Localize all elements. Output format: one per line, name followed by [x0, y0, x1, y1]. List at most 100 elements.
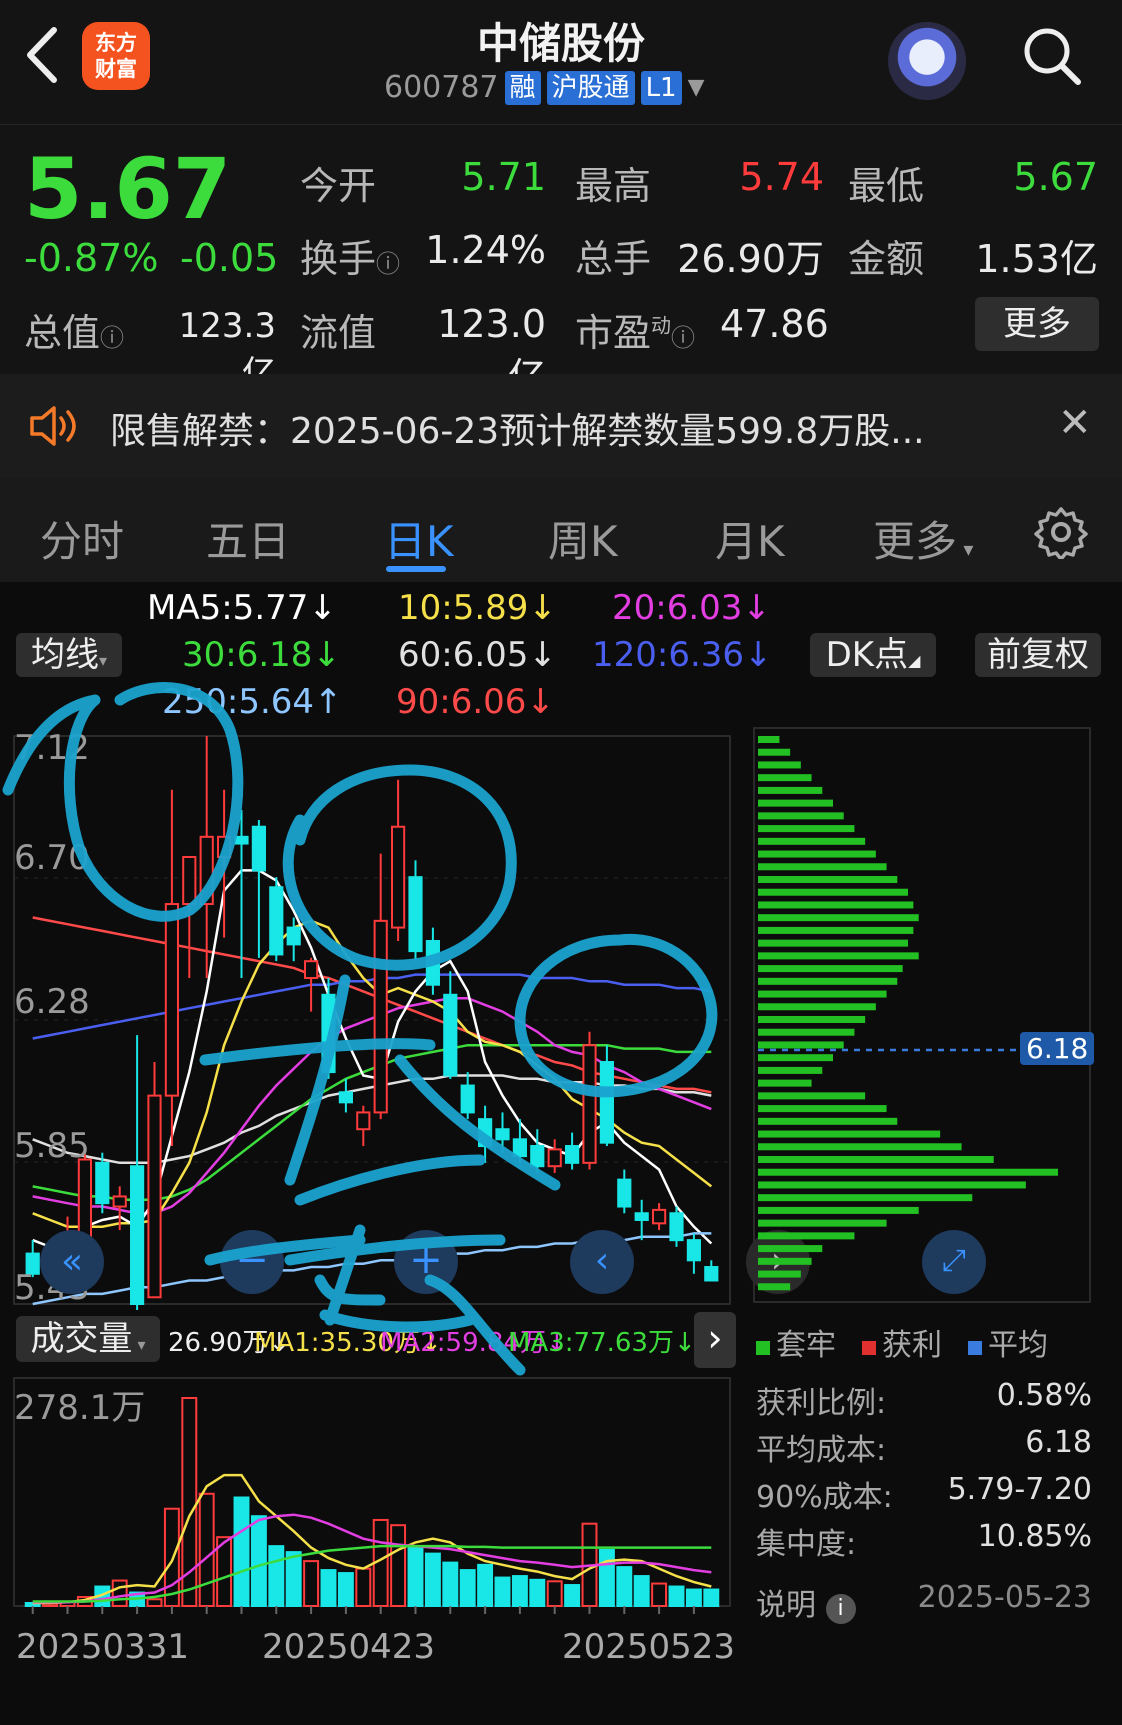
scribble-glyph-1 — [199, 974, 561, 1376]
more-button[interactable]: 更多 — [975, 297, 1099, 351]
chip-date: 2025-05-23 — [917, 1580, 1092, 1615]
tab-monthly-k[interactable]: 月K — [715, 508, 785, 569]
info-icon[interactable]: i — [825, 1594, 856, 1624]
chip-bar — [758, 926, 914, 934]
chip-bar — [758, 1003, 876, 1011]
search-icon[interactable] — [1020, 24, 1084, 88]
scribble-stroke — [2, 682, 244, 922]
unlock-notice[interactable]: 限售解禁：2025-06-23预计解禁数量599.8万股... ✕ — [0, 374, 1122, 478]
chip-bar — [758, 1092, 866, 1100]
stock-subline[interactable]: 600787 融 沪股通 L1 ▼ — [384, 70, 705, 105]
chip-bar — [758, 1028, 855, 1036]
chip-bar — [758, 1079, 812, 1087]
stock-code: 600787 — [384, 70, 499, 105]
dropdown-icon[interactable]: ▼ — [688, 75, 705, 100]
ma5-label: MA5:5.77↓ — [147, 588, 337, 628]
info-icon[interactable]: ⓘ — [100, 324, 124, 352]
handwritten-annotation — [2, 682, 718, 1376]
x-label-0: 20250331 — [16, 1627, 190, 1667]
chip-bar — [758, 1143, 962, 1151]
chip-bar — [758, 1219, 887, 1227]
chip-bar — [758, 1105, 887, 1113]
chip-bar — [758, 1257, 812, 1265]
chip-bar — [758, 786, 823, 794]
change-value: -0.05 — [180, 236, 279, 280]
avg-cost-marker: 6.18 — [1020, 1032, 1095, 1065]
concentration-label: 集中度: — [756, 1527, 857, 1562]
scribble-circle-2 — [282, 764, 517, 971]
chip-bar — [758, 837, 866, 845]
tag-connect: 沪股通 — [546, 70, 635, 105]
legend-average: 平均 — [968, 1320, 1048, 1364]
chip-bar — [758, 914, 919, 922]
chip-bar — [758, 863, 887, 871]
legend-locked: 套牢 — [756, 1320, 836, 1364]
ma10-label: 10:5.89↓ — [398, 588, 557, 628]
chip-bar — [758, 774, 812, 782]
adjust-button[interactable]: 前复权 — [975, 633, 1101, 677]
profit-ratio-value: 0.58% — [996, 1378, 1092, 1413]
info-icon[interactable]: ⓘ — [671, 324, 695, 352]
tab-daily-k[interactable]: 日K — [384, 508, 454, 569]
amount-label: 金额 — [848, 237, 925, 281]
chip-bar — [758, 825, 855, 833]
chip-bar — [758, 977, 898, 985]
cost90-label: 90%成本: — [756, 1480, 893, 1515]
tag-level: L1 — [640, 70, 682, 105]
high-value: 5.74 — [739, 155, 824, 199]
pe-label[interactable]: 市盈动ⓘ — [575, 302, 695, 357]
chip-bar — [758, 1270, 801, 1278]
chip-bar — [758, 1117, 898, 1125]
open-label: 今开 — [300, 164, 377, 208]
profit-ratio-label: 获利比例: — [756, 1386, 887, 1421]
chip-bar — [758, 1066, 823, 1074]
chip-distribution — [753, 727, 1091, 1303]
low-value: 5.67 — [1013, 155, 1098, 199]
chip-bar — [758, 748, 791, 756]
tab-intraday[interactable]: 分时 — [40, 508, 124, 569]
avg-cost-value: 6.18 — [1025, 1425, 1092, 1460]
info-icon[interactable]: ⓘ — [376, 250, 400, 278]
chip-bar — [758, 799, 833, 807]
note-link[interactable]: 说明 i — [756, 1580, 856, 1624]
total-cap-label[interactable]: 总值ⓘ — [24, 302, 124, 357]
ma20-label: 20:6.03↓ — [612, 588, 771, 628]
chip-bar — [758, 1130, 941, 1138]
turnover-label[interactable]: 换手ⓘ — [300, 228, 400, 283]
chip-bar — [758, 876, 898, 883]
high-label: 最高 — [575, 164, 652, 208]
chip-bar — [758, 1016, 866, 1023]
chip-bar — [758, 965, 903, 973]
gear-icon[interactable] — [1034, 505, 1088, 563]
notice-text: 限售解禁：2025-06-23预计解禁数量599.8万股... — [110, 411, 925, 452]
chip-bar — [758, 1245, 823, 1253]
low-label: 最低 — [848, 164, 925, 208]
chip-bar — [758, 1232, 855, 1240]
close-icon[interactable]: ✕ — [1058, 400, 1092, 446]
chip-bar — [758, 761, 801, 769]
chip-bar — [758, 901, 914, 909]
open-value: 5.71 — [461, 155, 546, 199]
change-pct: -0.87% — [24, 236, 159, 280]
tab-five-day[interactable]: 五日 — [206, 508, 290, 569]
robot-avatar-icon[interactable] — [888, 22, 966, 100]
chip-bar — [758, 1041, 844, 1049]
chip-bar — [758, 1156, 994, 1163]
chip-legend: 套牢 获利 平均 — [756, 1320, 1048, 1364]
volume-label: 总手 — [575, 237, 652, 281]
amount-value: 1.53亿 — [975, 237, 1098, 281]
speaker-icon — [28, 404, 82, 452]
tab-weekly-k[interactable]: 周K — [548, 508, 618, 569]
tab-active-indicator — [386, 566, 446, 572]
top-bar: 东方 财富 中储股份 600787 融 沪股通 L1 ▼ — [0, 0, 1122, 125]
legend-profit: 获利 — [862, 1320, 942, 1364]
chip-bar — [758, 888, 908, 896]
chip-bar — [758, 990, 887, 998]
chip-bar — [758, 1194, 973, 1202]
tab-more[interactable]: 更多 ▾ — [873, 508, 973, 569]
chip-bar — [758, 850, 876, 858]
concentration-value: 10.85% — [977, 1519, 1092, 1554]
dk-button[interactable]: DK点◢ — [810, 633, 936, 677]
scribble-circle-3 — [514, 933, 718, 1098]
chip-bar — [758, 1206, 919, 1214]
